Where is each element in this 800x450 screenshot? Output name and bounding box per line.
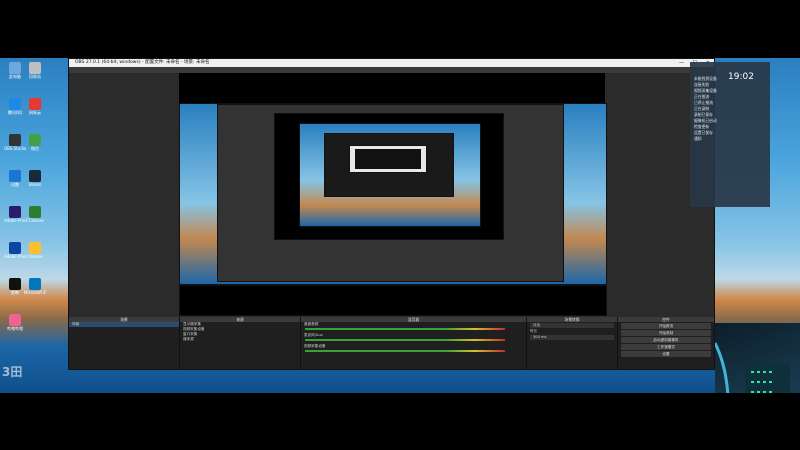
desktop-icon[interactable]: Adobe Photoshop — [4, 242, 26, 270]
desktop-icon[interactable]: 网易云 — [24, 98, 46, 126]
desktop-icon[interactable]: OBS Studio — [4, 134, 26, 162]
preview-canvas[interactable] — [179, 73, 607, 316]
app-icon — [9, 314, 21, 326]
desktop-icon-label: Microsoft Edge — [24, 290, 46, 295]
watermark-logo: 3田 — [2, 365, 23, 379]
clock-widget: 19:02 — [728, 72, 754, 82]
desktop-icon-label: 此电脑 — [9, 74, 21, 79]
desktop-icon[interactable]: 哔哩哔哩 — [4, 314, 26, 342]
duration-label: 时长 — [530, 329, 538, 333]
desktop-icon[interactable]: 此电脑 — [4, 62, 26, 90]
app-icon — [9, 206, 21, 218]
start-recording-button[interactable]: 开始录制 — [621, 330, 711, 336]
desktop-icon-label: 网易云 — [29, 110, 41, 115]
controls-dock: 控件 开始推流 开始录制 启动虚拟摄像机 工作室模式 设置 — [618, 317, 714, 369]
app-icon — [9, 98, 21, 110]
app-icon — [9, 62, 21, 74]
app-icon — [9, 170, 21, 182]
desktop-icon[interactable]: Microsoft Edge — [24, 278, 46, 306]
desktop-icon-label: OBS Studio — [4, 146, 26, 151]
source-item[interactable]: 媒体源 — [180, 337, 300, 342]
desktop-icon-label: 微信 — [31, 146, 39, 151]
notification-panel: 未能找到设备 连接失败 视频采集设备 正在推流 已停止推流 正在录制 录制已保存 摄像机已启动… — [690, 62, 770, 207]
obs-window[interactable]: OBS 27.0.1 (64-bit, windows) - 配置文件: 未命名… — [68, 58, 715, 370]
scene-item[interactable]: 场景 — [69, 322, 179, 327]
desktop-icon-label: Steam — [28, 182, 42, 187]
preview-bottom — [179, 285, 607, 316]
desktop-icon[interactable]: 回收站 — [24, 62, 46, 90]
desktop-icon[interactable]: CCleaner — [24, 206, 46, 234]
audio-meter — [305, 350, 505, 352]
virtual-camera-button[interactable]: 启动虚拟摄像机 — [621, 337, 711, 343]
notification-line: 通知 — [694, 136, 702, 141]
webcam-overlay — [715, 323, 800, 393]
scenes-dock: 场景 场景 — [69, 317, 180, 369]
transitions-dock: 场景转换 淡出 时长 300 ms — [527, 317, 618, 369]
app-icon — [29, 134, 41, 146]
desktop-icon[interactable]: 剪映 — [4, 278, 26, 306]
app-icon — [29, 242, 41, 254]
desktop-icon-label: 哔哩哔哩 — [7, 326, 23, 331]
app-icon — [9, 278, 21, 290]
desktop-icon[interactable]: 微信 — [24, 134, 46, 162]
app-icon — [29, 278, 41, 290]
start-streaming-button[interactable]: 开始推流 — [621, 323, 711, 329]
app-icon — [29, 206, 41, 218]
desktop-icon-label: Adobe Premiere Pro — [4, 218, 26, 223]
window-titlebar: OBS 27.0.1 (64-bit, windows) - 配置文件: 未命名… — [69, 59, 714, 67]
audio-meter — [305, 339, 505, 341]
desktop-icon[interactable]: 迅雷 — [4, 170, 26, 198]
desktop-icon[interactable]: Chrome — [24, 242, 46, 270]
studio-mode-button[interactable]: 工作室模式 — [621, 344, 711, 350]
app-icon — [29, 62, 41, 74]
nested-preview-4 — [355, 149, 421, 169]
settings-button[interactable]: 设置 — [621, 351, 711, 357]
audio-meter — [305, 328, 505, 330]
desktop-icon[interactable]: Steam — [24, 170, 46, 198]
mixer-channel-label: 桌面音频 — [304, 322, 319, 326]
desktop-icon[interactable]: 腾讯QQ — [4, 98, 26, 126]
desktop-icon-label: 剪映 — [11, 290, 19, 295]
mixer-channel-label: 视频采集设备 — [304, 344, 326, 348]
mixer-channel-label: 麦克风/Aux — [304, 333, 323, 337]
desktop-icon-label: Chrome — [27, 254, 43, 259]
controls-dock-title: 控件 — [618, 317, 714, 322]
transition-select[interactable]: 淡出 — [530, 323, 614, 328]
minimize-icon[interactable]: — — [679, 59, 684, 67]
app-icon — [29, 98, 41, 110]
sources-dock: 来源 显示器采集 视频采集设备 窗口采集 媒体源 — [180, 317, 301, 369]
app-icon — [9, 134, 21, 146]
desktop-icon-label: 迅雷 — [11, 182, 19, 187]
keyboard-light-image — [715, 342, 790, 393]
desktop-icon[interactable]: Adobe Premiere Pro — [4, 206, 26, 234]
desktop-icon-label: Adobe Photoshop — [4, 254, 26, 259]
app-icon — [9, 242, 21, 254]
window-title: OBS 27.0.1 (64-bit, windows) - 配置文件: 未命名… — [75, 60, 210, 65]
transitions-dock-title: 场景转换 — [527, 317, 617, 322]
desktop-icon-label: 腾讯QQ — [7, 110, 23, 115]
dock-area: 场景 场景 来源 显示器采集 视频采集设备 窗口采集 媒体源 混音器 桌面音频 … — [69, 317, 714, 369]
app-icon — [29, 170, 41, 182]
mixer-dock: 混音器 桌面音频 麦克风/Aux 视频采集设备 — [301, 317, 527, 369]
duration-input[interactable]: 300 ms — [530, 335, 614, 340]
desktop-icon-label: CCleaner — [25, 218, 45, 223]
desktop: 此电脑 回收站腾讯QQ 网易云 OBS Studio 微信迅雷 Steam Adobe Pr… — [0, 58, 800, 393]
desktop-icon-label: 回收站 — [29, 74, 41, 79]
